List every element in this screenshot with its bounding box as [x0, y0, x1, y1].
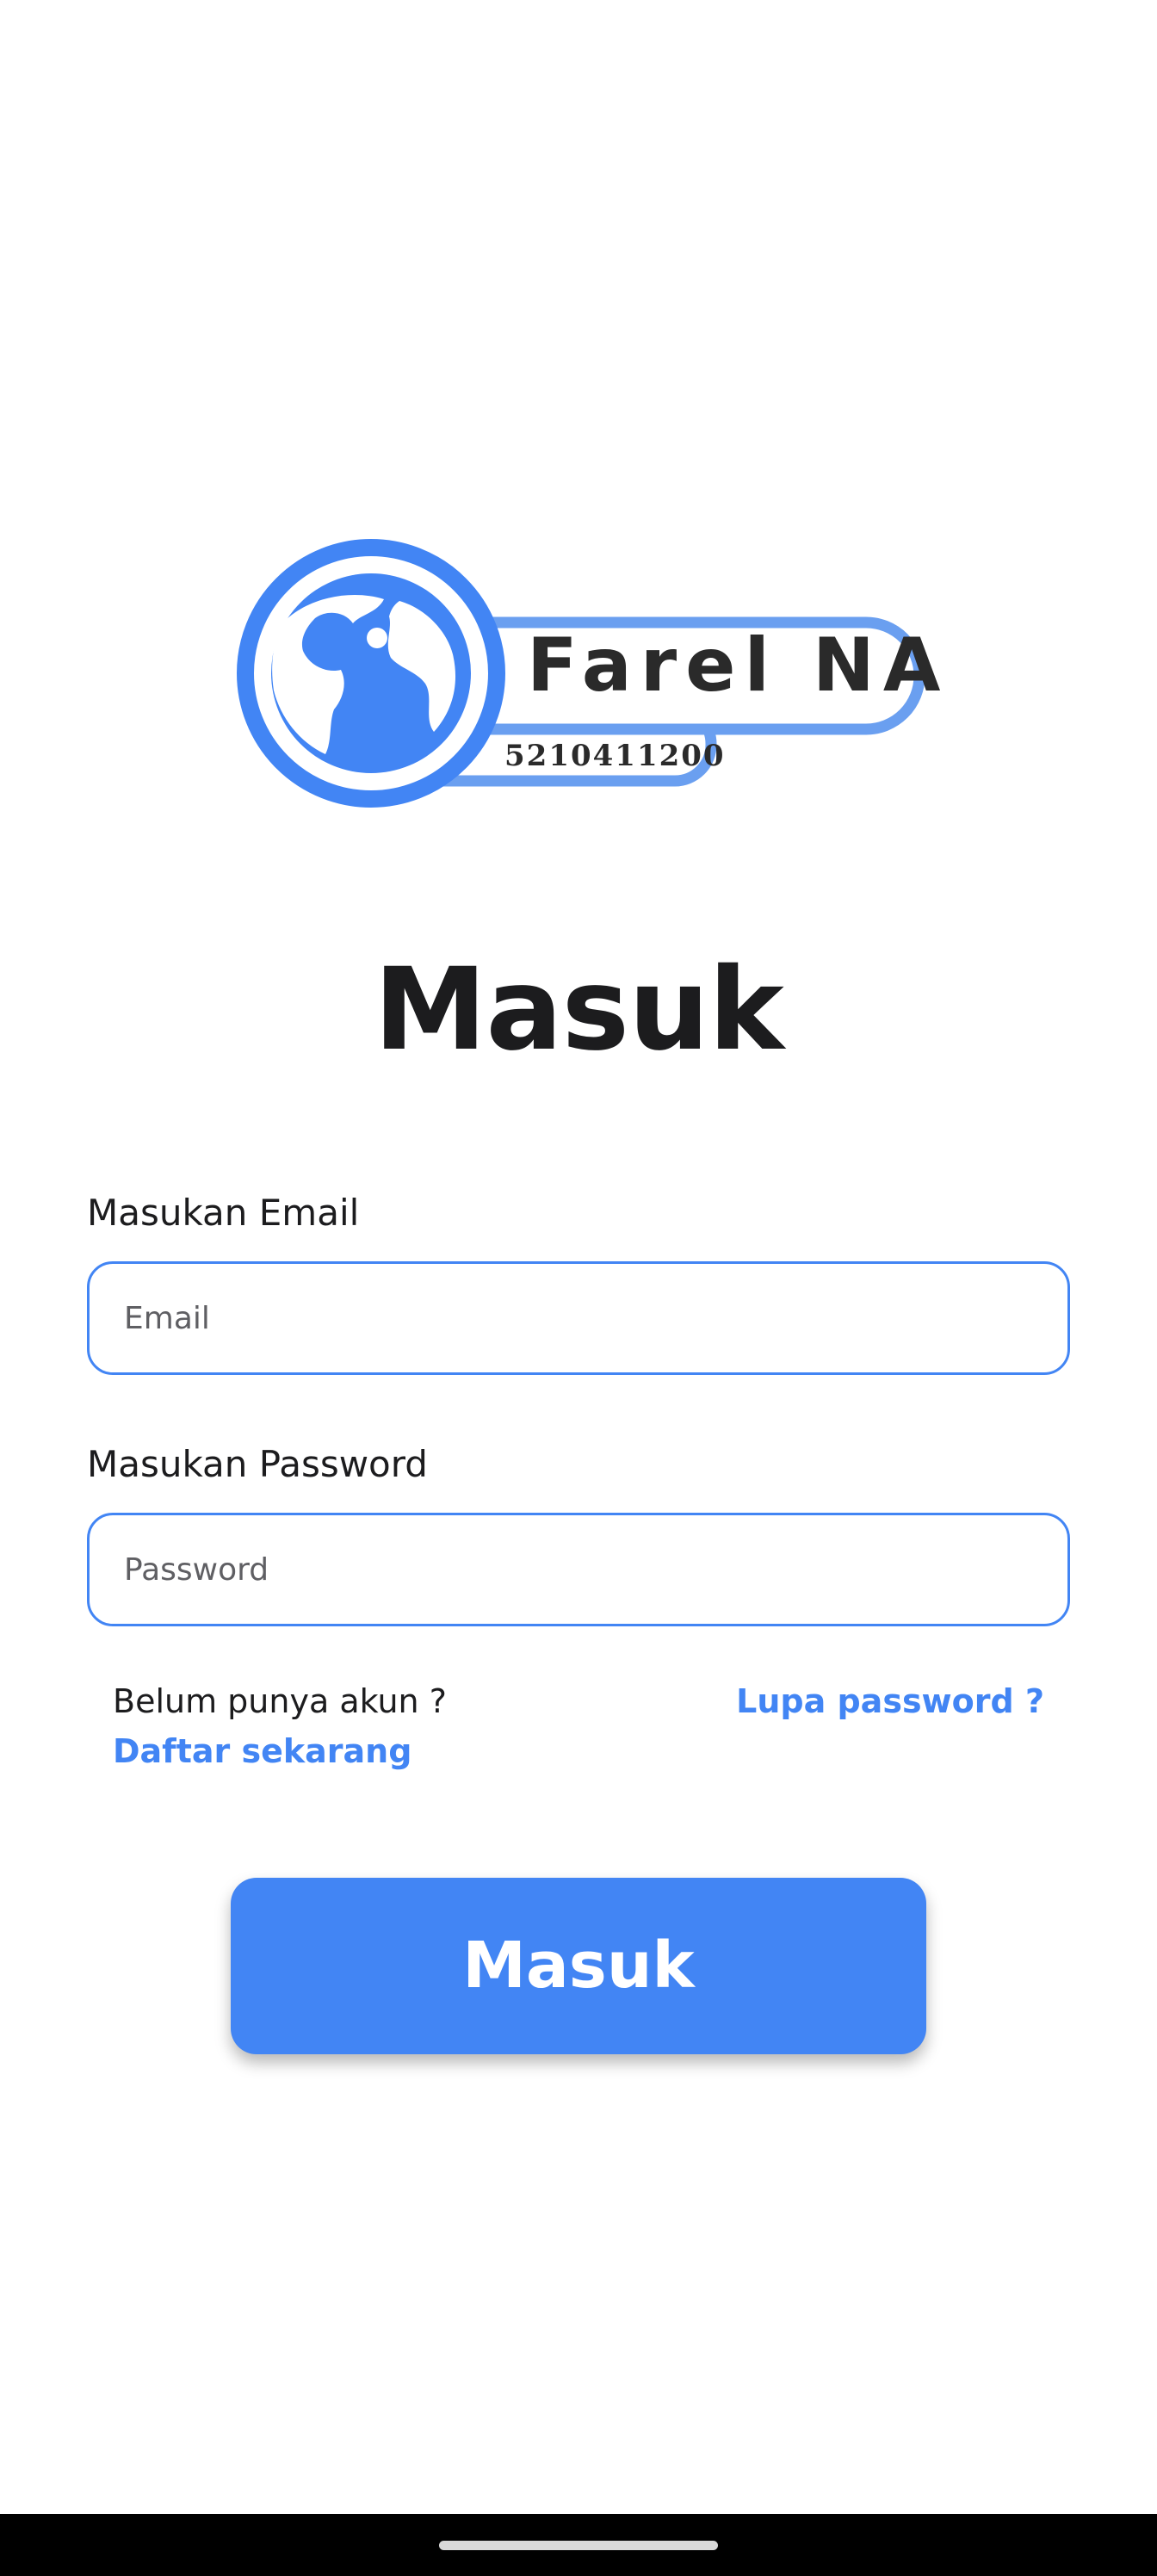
page-title: Masuk	[374, 944, 784, 1076]
logo-id-number: 5210411200	[504, 739, 726, 773]
email-input[interactable]	[124, 1264, 1019, 1372]
password-field[interactable]	[87, 1513, 1070, 1626]
system-navigation-bar	[0, 2514, 1157, 2576]
password-input[interactable]	[124, 1515, 1019, 1624]
password-label: Masukan Password	[87, 1443, 428, 1485]
email-label: Masukan Email	[87, 1192, 360, 1234]
logo-name: Farel NA	[527, 622, 950, 709]
login-screen: Farel NA 5210411200 Masuk Masukan Email …	[0, 0, 1157, 2576]
no-account-text: Belum punya akun ?	[113, 1682, 447, 1720]
login-button[interactable]: Masuk	[231, 1878, 926, 2054]
app-logo: Farel NA 5210411200	[231, 539, 940, 808]
email-field[interactable]	[87, 1261, 1070, 1375]
forgot-password-link[interactable]: Lupa password ?	[736, 1681, 1044, 1722]
signup-link[interactable]: Daftar sekarang	[113, 1731, 411, 1772]
home-indicator[interactable]	[439, 2541, 718, 2550]
